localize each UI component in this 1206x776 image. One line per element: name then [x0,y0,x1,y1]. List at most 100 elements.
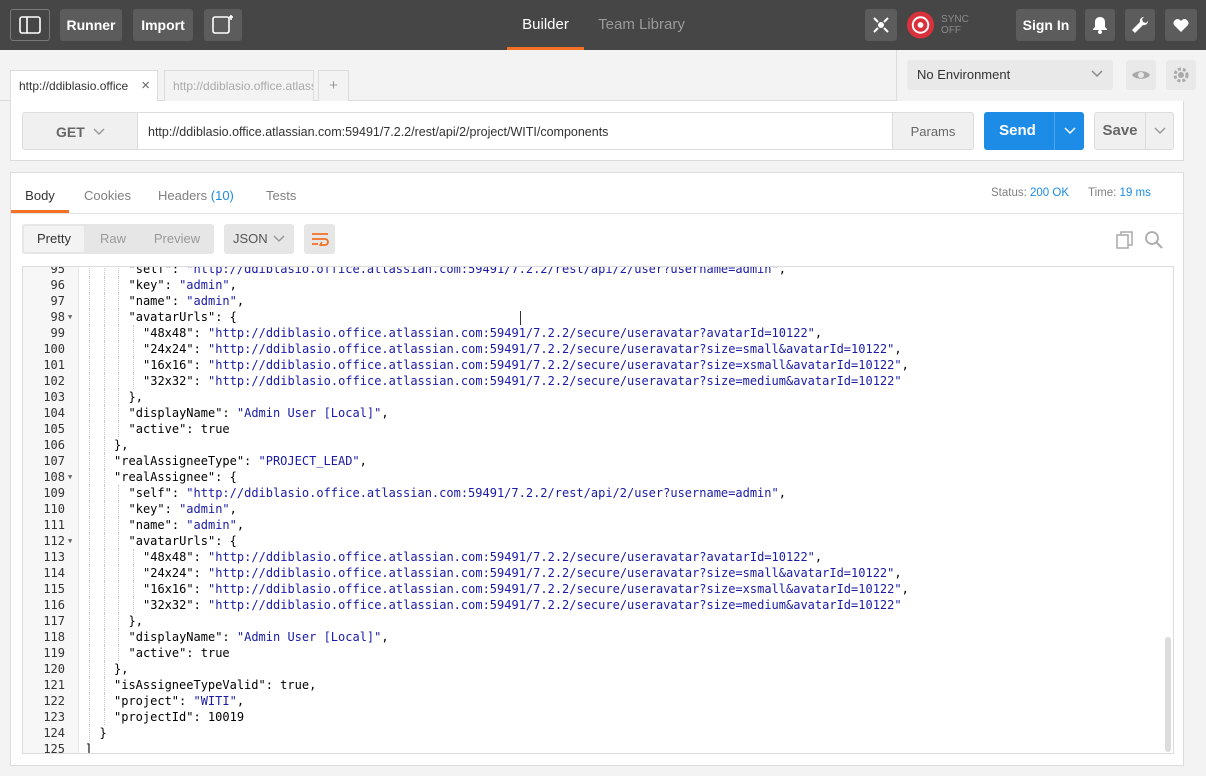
code-line: "realAssigneeType": "PROJECT_LEAD", [114,453,367,469]
sync-status[interactable]: SYNC OFF [906,10,990,40]
indent-guide [118,501,119,517]
save-options-button[interactable] [1145,113,1174,149]
method-select[interactable]: GET [22,112,138,150]
line-number: 110 [43,502,65,516]
indent-guide [89,469,90,485]
save-button[interactable]: Save [1094,112,1174,150]
tab-tests[interactable]: Tests [266,173,302,213]
indent-guide [118,629,119,645]
view-preview[interactable]: Preview [144,226,210,252]
wrap-icon [311,233,329,246]
scrollbar-thumb[interactable] [1165,637,1171,752]
sidebar-toggle-button[interactable] [10,9,50,41]
send-button[interactable]: Send [984,112,1084,150]
notifications-button[interactable] [1085,9,1115,41]
json-token: "realAssigneeType": [114,454,259,468]
json-token: "32x32": [143,598,209,612]
json-token: , [814,550,823,564]
new-tab-button[interactable] [204,9,242,41]
environment-select[interactable]: No Environment [907,60,1113,90]
indent-guide [103,357,105,373]
code-line: "avatarUrls": { [129,533,237,549]
json-token: "project": [114,694,194,708]
code-line: "isAssigneeTypeValid": true, [114,677,316,693]
tab-headers[interactable]: Headers (10) [158,173,238,213]
tab-builder[interactable]: Builder [507,0,584,50]
tab-cookies[interactable]: Cookies [84,173,131,213]
request-tab-active[interactable]: http://ddiblasio.office × [10,70,158,101]
line-number: 118 [43,630,65,644]
fold-toggle-icon[interactable]: ▼ [68,469,72,485]
search-button[interactable] [1144,230,1164,250]
line-number: 112 [43,534,65,548]
code-line: "24x24": "http://ddiblasio.office.atlass… [143,341,902,357]
add-tab-button[interactable]: + [318,70,349,101]
time-value: 19 ms [1119,187,1151,199]
tab-team-library[interactable]: Team Library [593,0,690,50]
fold-toggle-icon[interactable]: ▼ [68,533,72,549]
code-line: "displayName": "Admin User [Local]", [129,405,389,421]
json-string: "http://ddiblasio.office.atlassian.com:5… [208,374,902,388]
json-token: true [200,422,230,436]
json-token: }, [114,662,129,676]
code-line: "self": "http://ddiblasio.office.atlassi… [128,266,786,277]
code-line: "name": "admin", [129,293,245,309]
indent-guide [89,309,90,325]
indent-guide [89,581,90,597]
json-token: "projectId": [114,710,208,724]
indent-guide [103,517,105,533]
chevron-down-icon [1154,127,1166,135]
line-number: 125 [43,742,65,754]
wrap-lines-button[interactable] [304,224,335,254]
json-token: , [901,358,909,372]
json-string: "http://ddiblasio.office.atlassian.com:5… [208,326,815,340]
top-bar: Runner Import Builder Team Library SYNC … [0,0,1206,50]
json-token: "key": [128,278,180,292]
sync-label: SYNC OFF [941,14,969,36]
indent-guide [89,613,90,629]
json-token: "self": [128,266,187,276]
code-line: "48x48": "http://ddiblasio.office.atlass… [143,325,822,341]
send-options-button[interactable] [1054,112,1084,150]
tab-body[interactable]: Body [11,173,69,213]
request-tab[interactable]: http://ddiblasio.office.atlassian [164,70,314,101]
indent-guide [103,453,105,469]
indent-guide [89,293,90,309]
line-number: 98 [50,310,65,324]
json-token: "32x32": [143,374,209,388]
interceptor-button[interactable] [865,9,897,41]
response-body-editor[interactable]: 95 96 97 98 ▼ 99 100 101 102 103 104 105 106 107 108 ▼ 1… [22,266,1174,754]
json-string: "admin" [186,518,237,532]
indent-guide [103,709,105,725]
view-raw[interactable]: Raw [89,226,137,252]
json-string: "http://ddiblasio.office.atlassian.com:5… [208,358,902,372]
fold-toggle-icon[interactable]: ▼ [68,309,72,325]
favorite-button[interactable] [1165,9,1197,41]
params-button[interactable]: Params [892,112,974,150]
indent-guide [89,629,90,645]
manage-environments-button[interactable] [1166,60,1196,90]
url-input[interactable]: http://ddiblasio.office.atlassian.com:59… [138,112,893,150]
json-string: "http://ddiblasio.office.atlassian.com:5… [208,582,902,596]
settings-button[interactable] [1125,9,1155,41]
line-number: 122 [43,694,65,708]
view-pretty[interactable]: Pretty [24,226,84,252]
indent-guide [118,277,119,293]
import-button[interactable]: Import [133,9,193,41]
line-number: 114 [43,566,65,580]
copy-button[interactable] [1115,230,1135,250]
close-icon[interactable]: × [141,71,150,101]
environment-quick-look-button[interactable] [1126,60,1156,90]
indent-guide [103,437,105,453]
indent-guide [89,405,90,421]
sign-in-button[interactable]: Sign In [1016,9,1076,41]
indent-guide [103,309,105,325]
json-token: "16x16": [143,358,209,372]
indent-guide [89,645,90,661]
indent-guide [89,453,90,469]
format-select[interactable]: JSON [224,224,294,254]
indent-guide [132,565,134,581]
runner-button[interactable]: Runner [60,9,122,41]
eye-icon [1132,71,1150,79]
code-line: "active": true [129,421,230,437]
